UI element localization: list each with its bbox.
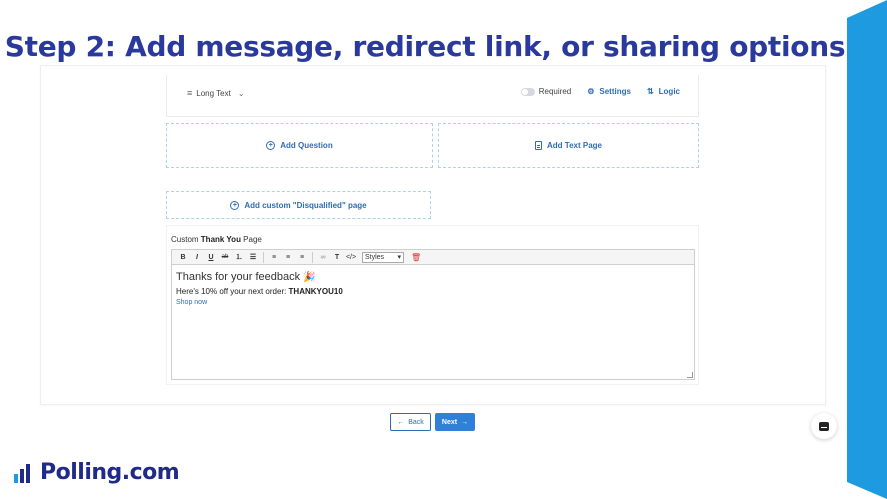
settings-label: Settings	[599, 87, 631, 96]
arrow-left-icon: ←	[397, 418, 405, 426]
chat-widget-button[interactable]	[811, 413, 837, 439]
toolbar-divider	[263, 251, 264, 263]
thank-you-editor[interactable]: Thanks for your feedback 🎉 Here's 10% of…	[171, 265, 695, 380]
gear-icon: ⚙	[587, 87, 595, 96]
logic-button[interactable]: ⇅ Logic	[647, 87, 680, 96]
back-button[interactable]: ← Back	[390, 413, 431, 431]
question-toolbar: ≡ Long Text ⌄ Required ⚙ Settings ⇅ Logi…	[166, 75, 699, 117]
plus-circle-icon: +	[230, 200, 240, 210]
trash-icon[interactable]: 🗑	[411, 253, 421, 262]
slide-headline: Step 2: Add message, redirect link, or s…	[4, 30, 846, 63]
strikethrough-button[interactable]: ab	[218, 254, 232, 260]
numbered-list-icon[interactable]: ⒈	[232, 252, 246, 262]
resize-handle[interactable]	[687, 372, 693, 378]
add-question-label: Add Question	[280, 141, 333, 150]
chat-icon	[819, 421, 829, 431]
thanks-text: Thanks for your feedback	[176, 271, 301, 283]
add-disqualified-label: Add custom "Disqualified" page	[244, 200, 367, 210]
editor-line-thanks: Thanks for your feedback 🎉	[176, 271, 316, 283]
add-text-page-label: Add Text Page	[547, 141, 602, 150]
discount-code: THANKYOU10	[288, 287, 343, 296]
side-accent-bar	[847, 0, 887, 499]
toggle-switch-icon	[520, 87, 535, 96]
add-question-button[interactable]: + Add Question	[166, 123, 433, 168]
align-right-icon[interactable]: ≡	[295, 254, 309, 261]
chevron-down-icon: ▾	[397, 254, 401, 261]
styles-dropdown-label: Styles	[365, 253, 385, 261]
underline-button[interactable]: U	[204, 254, 218, 261]
plus-circle-icon: +	[266, 141, 276, 150]
bold-button[interactable]: B	[176, 254, 190, 261]
brand-logo: Polling.com	[12, 460, 180, 485]
align-left-icon[interactable]: ≡	[267, 254, 281, 261]
next-label: Next	[441, 418, 458, 426]
add-disqualified-page-button[interactable]: + Add custom "Disqualified" page	[166, 191, 431, 219]
label-bold: Thank You	[200, 235, 241, 244]
document-icon	[535, 141, 542, 150]
logic-label: Logic	[658, 87, 680, 96]
logic-icon: ⇅	[646, 87, 654, 96]
clear-format-icon[interactable]: T	[330, 254, 344, 261]
rich-text-toolbar: B I U ab ⒈ ☰ ≡ ≡ ≡ ∞ T </> Styles ▾ 🗑	[171, 249, 695, 265]
align-center-icon[interactable]: ≡	[281, 254, 295, 261]
brand-name: Polling.com	[40, 460, 180, 485]
back-label: Back	[408, 418, 424, 426]
italic-button[interactable]: I	[190, 254, 204, 261]
styles-dropdown[interactable]: Styles ▾	[362, 251, 404, 263]
label-suffix: Page	[240, 235, 262, 244]
bar-chart-logo-icon	[14, 463, 30, 483]
arrow-right-icon: →	[461, 418, 469, 426]
required-toggle[interactable]: Required	[520, 87, 572, 96]
shop-now-link[interactable]: Shop now	[176, 299, 207, 306]
chevron-down-icon: ⌄	[237, 88, 245, 98]
required-label: Required	[538, 87, 572, 96]
editor-line-discount: Here's 10% off your next order: THANKYOU…	[176, 287, 343, 296]
settings-button[interactable]: ⚙ Settings	[587, 87, 631, 96]
thank-you-page-label: Custom Thank You Page	[171, 235, 262, 244]
source-code-icon[interactable]: </>	[344, 254, 358, 261]
label-prefix: Custom	[171, 235, 201, 244]
bulleted-list-icon[interactable]: ☰	[246, 253, 260, 261]
question-type-label: Long Text	[196, 88, 231, 98]
add-text-page-button[interactable]: Add Text Page	[438, 123, 699, 168]
link-icon[interactable]: ∞	[316, 254, 330, 261]
party-popper-icon: 🎉	[303, 272, 316, 283]
question-type-dropdown[interactable]: ≡ Long Text ⌄	[187, 88, 245, 98]
next-button[interactable]: Next →	[435, 413, 475, 431]
lines-icon: ≡	[187, 88, 193, 98]
discount-text: Here's 10% off your next order:	[176, 287, 289, 296]
toolbar-divider	[312, 251, 313, 263]
